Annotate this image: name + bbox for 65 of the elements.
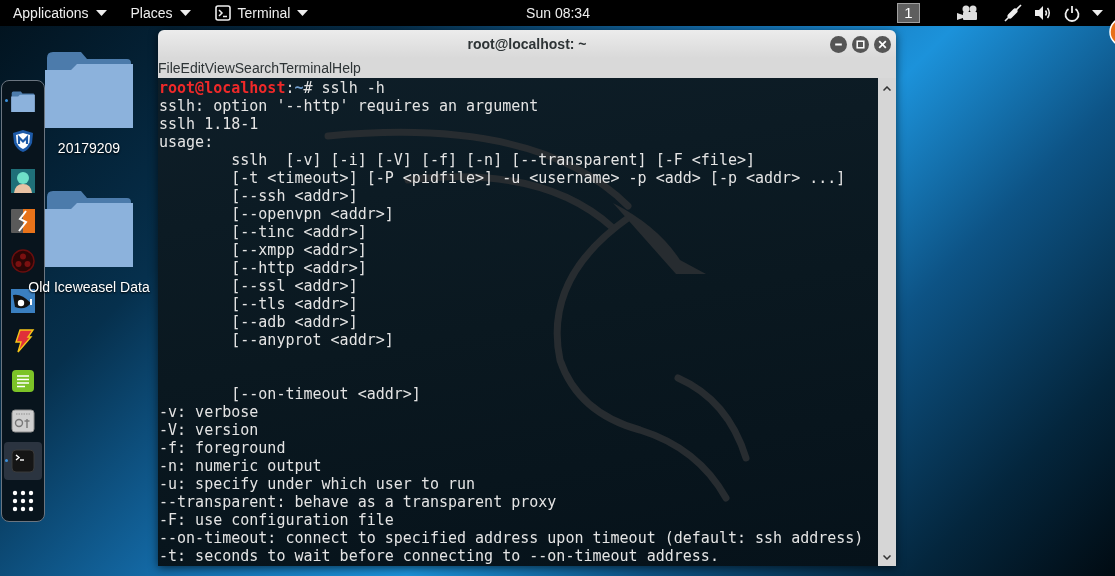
notepad-icon[interactable] <box>11 369 35 393</box>
chevron-down-icon[interactable] <box>883 555 891 560</box>
power-icon[interactable] <box>1064 4 1080 22</box>
option-line: -F: use configuration file <box>159 511 394 529</box>
output-line: usage: <box>159 133 214 151</box>
app-menu[interactable]: Terminal <box>214 4 309 22</box>
scrollbar[interactable] <box>878 78 896 566</box>
clock[interactable]: Sun 08:34 <box>526 2 590 24</box>
lightning-tile-icon[interactable] <box>11 209 35 233</box>
volume-icon[interactable] <box>1034 4 1052 22</box>
folder-icon[interactable] <box>45 50 133 128</box>
usage-line: [--tinc <addr>] <box>231 223 367 241</box>
places-menu[interactable]: Places <box>130 4 191 22</box>
menu-item[interactable]: File <box>158 59 181 77</box>
video-camera-icon[interactable] <box>956 5 978 21</box>
option-line: -V: version <box>159 421 259 439</box>
usage-line: [-t <timeout>] [-P <pidfile>] -u <username> -p <add> [-p <addr> ...] <box>231 169 846 187</box>
option-line: -n: numeric output <box>159 457 322 475</box>
shield-icon[interactable] <box>11 129 35 153</box>
usage-line: [--adb <addr>] <box>231 313 358 331</box>
menu-item[interactable]: Help <box>332 59 361 77</box>
caret-icon <box>179 10 191 16</box>
caret-icon <box>95 10 107 16</box>
usage-line: [--tls <addr>] <box>231 295 358 313</box>
usage-line: [--ssh <addr>] <box>231 187 358 205</box>
usage-line: [--on-timeout <addr>] <box>231 385 421 403</box>
maximize-icon[interactable] <box>852 35 869 53</box>
menu-item[interactable]: Search <box>234 59 280 77</box>
safe-icon[interactable] <box>11 409 35 433</box>
option-line: -f: foreground <box>159 439 286 457</box>
folder-label[interactable]: 20179209 <box>57 139 121 157</box>
option-line: -t: seconds to wait before connecting to --on-timeout address. <box>159 547 719 565</box>
menu-item[interactable]: View <box>204 59 235 77</box>
menu-item[interactable]: Edit <box>180 59 205 77</box>
terminal-icon[interactable] <box>4 442 42 480</box>
menu-item[interactable]: Terminal <box>279 59 333 77</box>
option-line: --on-timeout: connect to specified address upon timeout (default: ssh address) <box>159 529 864 547</box>
usage-line: sslh [-v] [-i] [-V] [-f] [-n] [--transparent] [-F <file>] <box>231 151 756 169</box>
cable-icon[interactable] <box>1004 4 1022 22</box>
folder-icon[interactable] <box>11 90 35 112</box>
terminal-icon <box>214 5 231 21</box>
app-grid-icon[interactable] <box>11 489 35 513</box>
close-icon[interactable] <box>874 35 891 53</box>
option-line: --transparent: behave as a transparent proxy <box>159 493 557 511</box>
usage-line: [--openvpn <addr>] <box>231 205 394 223</box>
folder-icon[interactable] <box>45 189 133 267</box>
prompt-line: root@localhost:~# sslh -h <box>159 79 385 97</box>
minimize-icon[interactable] <box>830 35 847 53</box>
usage-line: [--anyprot <addr>] <box>231 331 394 349</box>
window-title: root@localhost: ~ <box>467 34 587 54</box>
chevron-up-icon[interactable] <box>883 86 891 91</box>
caret-icon[interactable] <box>1092 10 1103 16</box>
dots-circle-icon[interactable] <box>11 249 35 273</box>
caret-icon <box>297 10 309 16</box>
applications-menu[interactable]: Applications <box>13 4 107 22</box>
option-line: -u: specify under which user to run <box>159 475 476 493</box>
usage-line: [--xmpp <addr>] <box>231 241 367 259</box>
output-line: sslh: option '--http' requires an argument <box>159 97 539 115</box>
workspace-indicator[interactable]: 1 <box>897 3 920 23</box>
folder-label[interactable]: Old Iceweasel Data <box>28 278 150 296</box>
option-line: -v: verbose <box>159 403 259 421</box>
output-line: sslh 1.18-1 <box>159 115 259 133</box>
avatar-icon[interactable] <box>11 169 35 193</box>
usage-line: [--ssl <addr>] <box>231 277 358 295</box>
usage-line: [--http <addr>] <box>231 259 367 277</box>
